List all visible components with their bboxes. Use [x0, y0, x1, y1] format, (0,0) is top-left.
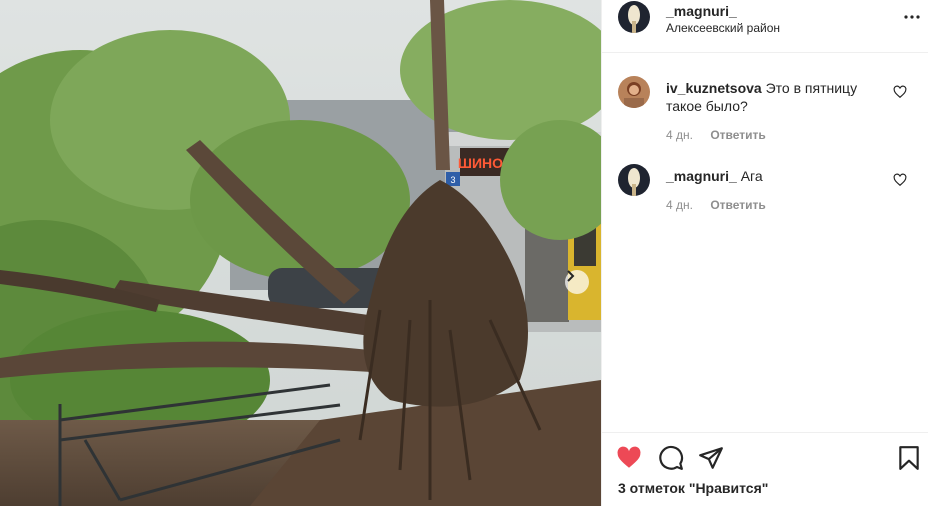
comment-meta: 4 дн. Ответить — [666, 198, 766, 212]
heart-outline-icon[interactable] — [893, 85, 907, 99]
heart-outline-icon[interactable] — [893, 173, 907, 187]
bookmark-icon[interactable] — [896, 445, 922, 471]
heart-filled-icon[interactable] — [616, 445, 642, 471]
reply-button[interactable]: Ответить — [710, 128, 765, 142]
comment-username[interactable]: iv_kuznetsova — [666, 80, 762, 96]
user-avatar-photo-icon — [618, 164, 650, 196]
comment-meta: 4 дн. Ответить — [666, 128, 766, 142]
author-username[interactable]: _magnuri_ — [666, 3, 737, 19]
post-side-panel: _magnuri_ Алексеевский район iv_kuznetso… — [601, 0, 928, 506]
post-location[interactable]: Алексеевский район — [666, 21, 780, 35]
author-avatar[interactable] — [618, 1, 650, 33]
post-action-bar: 3 отметок "Нравится" — [602, 432, 928, 506]
comment-time[interactable]: 4 дн. — [666, 198, 693, 212]
commenter-avatar[interactable] — [618, 76, 650, 108]
photo-illustration: ШИНОМОНТАЖ 3 — [0, 0, 601, 506]
next-photo-button[interactable] — [565, 270, 589, 294]
paper-plane-icon[interactable] — [698, 445, 724, 471]
chevron-right-icon — [567, 270, 575, 282]
comment-icon[interactable] — [658, 445, 684, 471]
comment-body: Ага — [740, 168, 763, 184]
comment-text: iv_kuznetsova Это в пятницу такое было? — [666, 79, 886, 115]
svg-text:3: 3 — [450, 175, 455, 185]
more-options-icon[interactable] — [903, 9, 921, 25]
post-header: _magnuri_ Алексеевский район — [602, 0, 928, 53]
likes-count[interactable]: 3 отметок "Нравится" — [618, 480, 768, 496]
reply-button[interactable]: Ответить — [710, 198, 765, 212]
post-photo[interactable]: ШИНОМОНТАЖ 3 — [0, 0, 601, 506]
user-avatar-photo-icon — [618, 1, 650, 33]
comment-username[interactable]: _magnuri_ — [666, 168, 737, 184]
comment-time[interactable]: 4 дн. — [666, 128, 693, 142]
comment-text: _magnuri_ Ага — [666, 167, 886, 185]
commenter-avatar[interactable] — [618, 164, 650, 196]
user-avatar-photo-icon — [618, 76, 650, 108]
